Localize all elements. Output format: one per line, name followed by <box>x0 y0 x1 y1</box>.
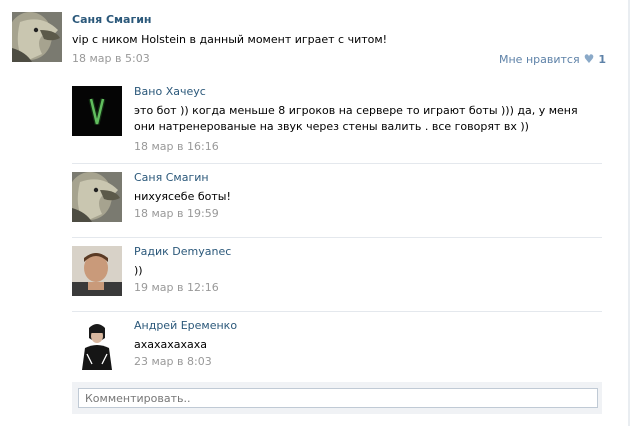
comment-author-link[interactable]: Вано Хачеус <box>134 85 206 98</box>
like-button[interactable]: Мне нравится ♥ 1 <box>499 52 606 66</box>
wall-post: Саня Смагин vip с ником Holstein в данны… <box>12 12 618 72</box>
like-label: Мне нравится <box>499 52 580 66</box>
comment-date[interactable]: 18 мар в 16:16 <box>134 140 219 153</box>
avatar-figure[interactable] <box>72 320 122 370</box>
avatar-photo[interactable] <box>72 246 122 296</box>
comment-text: )) <box>134 264 143 277</box>
comment-date[interactable]: 19 мар в 12:16 <box>134 281 219 294</box>
like-count: 1 <box>598 52 606 66</box>
comment-author-link[interactable]: Радик Demyanec <box>134 245 231 258</box>
heart-icon: ♥ <box>583 52 595 66</box>
comment-text: нихуясебе боты! <box>134 190 231 203</box>
comment-item: Радик Demyanec )) 19 мар в 12:16 <box>72 238 602 312</box>
post-text: vip с ником Holstein в данный момент игр… <box>72 33 388 46</box>
comment-box <box>72 382 602 414</box>
comment-item: Вано Хачеус это бот )) когда меньше 8 иг… <box>72 78 602 164</box>
comment-author-link[interactable]: Андрей Еременко <box>134 319 237 332</box>
comment-item: Саня Смагин нихуясебе боты! 18 мар в 19:… <box>72 164 602 238</box>
comment-date[interactable]: 23 мар в 8:03 <box>134 355 212 368</box>
comment-date[interactable]: 18 мар в 19:59 <box>134 207 219 220</box>
comment-text: это бот )) когда меньше 8 игроков на сер… <box>134 104 578 133</box>
post-date[interactable]: 18 мар в 5:03 <box>72 52 150 65</box>
post-author-link[interactable]: Саня Смагин <box>72 13 152 26</box>
avatar-eagle[interactable] <box>72 172 122 222</box>
comment-item: Андрей Еременко ахахахахаха 23 мар в 8:0… <box>72 312 602 385</box>
comment-author-link[interactable]: Саня Смагин <box>134 171 209 184</box>
comments-list: Вано Хачеус это бот )) когда меньше 8 иг… <box>72 78 602 385</box>
comment-text: ахахахахаха <box>134 338 207 351</box>
avatar-dark[interactable] <box>72 86 122 136</box>
comment-input[interactable] <box>78 388 598 408</box>
avatar-eagle[interactable] <box>12 12 62 62</box>
